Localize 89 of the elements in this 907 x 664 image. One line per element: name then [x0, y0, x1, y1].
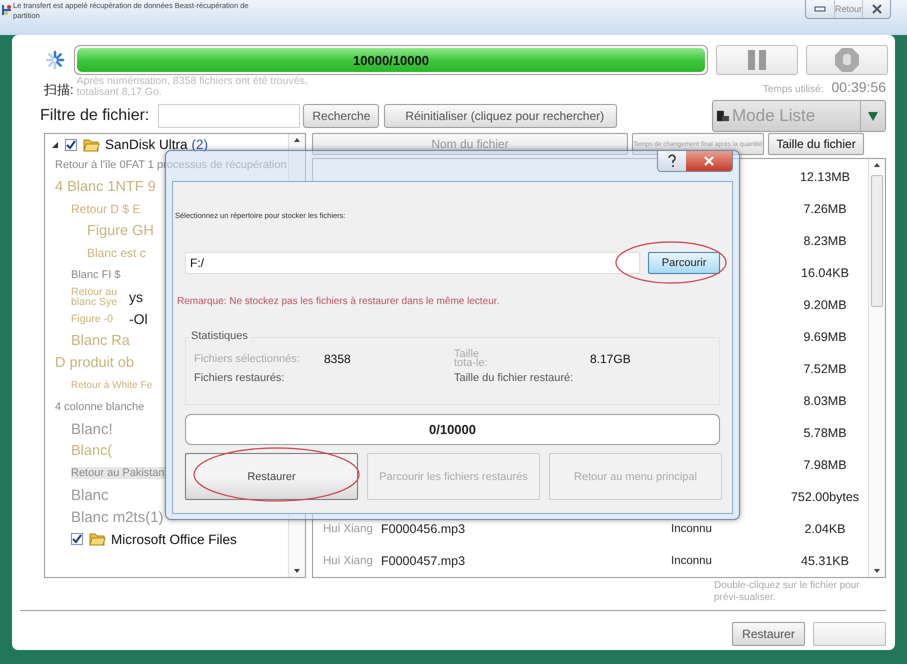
- tree-item[interactable]: Retour au blanc Sye: [71, 287, 127, 307]
- dialog-button[interactable]: Restaurer: [185, 453, 358, 500]
- preview-hint: Double-cliquez sur le fichier pour prévi-sualiser.: [714, 580, 861, 605]
- column-header[interactable]: Taille du fichier: [768, 133, 864, 155]
- table-cell-text: 7.98MB: [802, 458, 848, 472]
- stat-label: Taille du fichier restauré:: [454, 372, 574, 384]
- tree-item[interactable]: Blanc(: [71, 443, 112, 459]
- checkbox[interactable]: [71, 533, 83, 545]
- checkbox[interactable]: [65, 138, 77, 150]
- group-title: Statistiques: [190, 330, 249, 342]
- spinner-icon: [44, 49, 66, 71]
- tree-item[interactable]: Blanc m2ts(1): [71, 508, 164, 526]
- table-cell-text: 5.78MB: [802, 426, 848, 440]
- table-cell-text: 9.20MB: [802, 298, 848, 312]
- tree-item[interactable]: Figure -0: [71, 314, 127, 324]
- tree-item[interactable]: D produit ob: [55, 355, 134, 371]
- remark-text: Remarque: Ne stockez pas les fichiers à restaurer dans le même lecteur.: [177, 296, 500, 307]
- scan-summary: Après numérisation, 8358 fichiers ont été trouvés, totalisant 8,17 Go.: [76, 76, 309, 99]
- tree-item[interactable]: 4 Blanc 1NTF 9: [55, 179, 156, 195]
- table-cell-text: F0000457.mp3: [381, 554, 466, 568]
- table-cell-text: 8.23MB: [802, 234, 848, 248]
- path-field[interactable]: F:/: [185, 252, 640, 274]
- filter-input[interactable]: [158, 104, 300, 128]
- help-button[interactable]: [658, 151, 686, 171]
- table-cell-text: 7.26MB: [802, 202, 848, 216]
- folder-icon: [83, 138, 100, 152]
- view-mode-label: Mode Liste: [732, 106, 816, 126]
- pause-button[interactable]: [716, 45, 798, 75]
- table-cell-text: Hui Xiang: [323, 523, 374, 535]
- table-cell-text: Inconnu: [671, 555, 713, 567]
- folder-icon: [89, 532, 106, 546]
- tree-item[interactable]: Blanc FI $: [71, 269, 121, 281]
- tree-item[interactable]: Retour D $ E: [71, 202, 140, 216]
- elapsed-time: 00:39:56: [832, 79, 886, 95]
- close-button[interactable]: [686, 151, 732, 171]
- stat-label: Fichiers sélectionnés:: [194, 353, 301, 365]
- app-icon: [1, 4, 13, 16]
- table-cell: 752.00bytes: [790, 490, 860, 504]
- tree-text: ys: [129, 289, 143, 305]
- view-mode-dropdown[interactable]: Mode Liste: [712, 100, 886, 132]
- browse-button[interactable]: Parcourir: [648, 252, 720, 274]
- tree-item[interactable]: Blanc!: [71, 420, 113, 438]
- tree-item[interactable]: SanDisk Ultra: [105, 137, 188, 152]
- column-header[interactable]: Nom du fichier: [312, 133, 628, 155]
- tree-item[interactable]: Blanc Ra: [71, 333, 130, 349]
- close-icon: [870, 4, 882, 14]
- check-icon: [72, 534, 82, 544]
- stat-label: Fichiers restaurés:: [194, 372, 286, 384]
- minimize-icon: [814, 6, 826, 12]
- stat-value: 8358: [324, 352, 352, 366]
- time-label: Temps utilisé:: [762, 84, 824, 95]
- tree-text: -Ol: [129, 311, 148, 327]
- tree-item[interactable]: 4 colonne blanche: [55, 401, 144, 413]
- progress-text: 10000/10000: [352, 52, 430, 70]
- stop-icon: [834, 47, 860, 73]
- list-icon: [717, 108, 729, 124]
- search-button[interactable]: Recherche: [303, 104, 380, 128]
- filter-label: Filtre de fichier:: [40, 107, 150, 125]
- scroll-thumb[interactable]: [871, 175, 883, 307]
- caret-icon: [867, 110, 879, 122]
- tree-item[interactable]: Retour à White Fe: [71, 380, 152, 390]
- table-cell-text: 45.31KB: [800, 554, 850, 568]
- scrollbar[interactable]: [868, 159, 885, 577]
- expander-icon[interactable]: [51, 140, 59, 148]
- progress-text: 0/10000: [428, 421, 477, 439]
- table-cell-text: Hui Xiang: [323, 555, 374, 567]
- footer-button[interactable]: Restaurer: [732, 622, 805, 646]
- table-cell-text: Inconnu: [671, 523, 713, 535]
- tree-item[interactable]: Microsoft Office Files: [111, 532, 237, 546]
- tree-item[interactable]: Blanc: [71, 486, 109, 504]
- stat-value: 8.17GB: [590, 352, 632, 366]
- table-cell-text: 2.04KB: [803, 522, 846, 536]
- tree-item[interactable]: Blanc est c: [87, 246, 146, 260]
- pause-icon: [747, 49, 767, 71]
- stat-label: Taille tota-le:: [454, 350, 489, 368]
- close-icon: [703, 156, 715, 166]
- help-icon: [666, 154, 678, 168]
- tree-item[interactable]: Retour au Pakistan: [71, 467, 165, 479]
- tree-item[interactable]: Figure GH: [87, 223, 154, 239]
- reset-button[interactable]: Réinitialiser (cliquez pour rechercher): [384, 104, 618, 128]
- table-cell-text: 7.52MB: [802, 362, 848, 376]
- scan-label: 扫描:: [44, 81, 74, 99]
- table-cell-text: F0000456.mp3: [381, 522, 466, 536]
- table-cell-text: 12.13MB: [798, 170, 852, 184]
- table-cell-text: 16.04KB: [800, 266, 850, 280]
- table-cell-text: 9.69MB: [802, 330, 848, 344]
- table-cell-text: 8.03MB: [802, 394, 848, 408]
- check-icon: [66, 140, 76, 150]
- item-count: (2): [192, 137, 208, 152]
